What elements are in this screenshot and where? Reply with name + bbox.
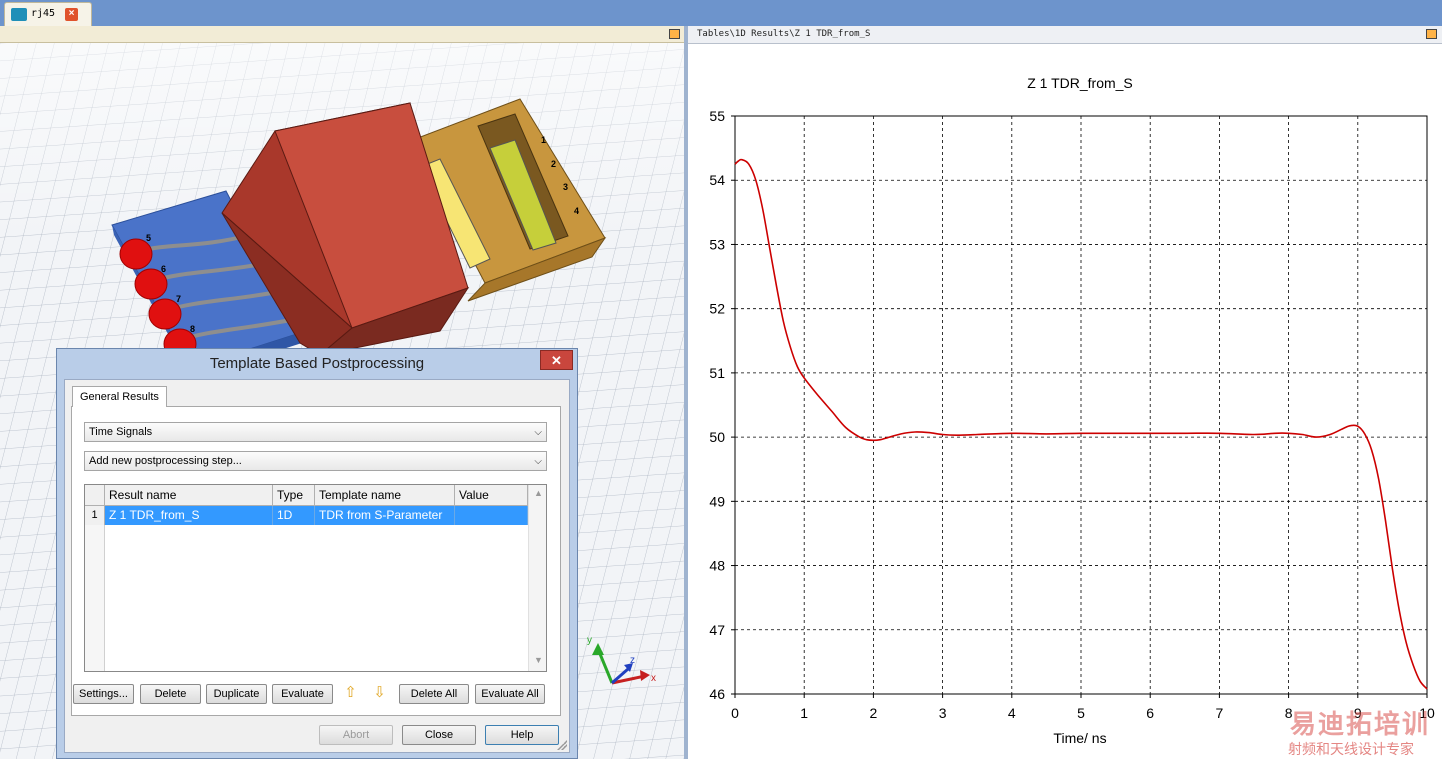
y-tick-label: 54 xyxy=(709,172,725,188)
evaluate-button[interactable]: Evaluate xyxy=(272,684,333,704)
x-tick-label: 0 xyxy=(731,705,739,721)
y-tick-label: 50 xyxy=(709,429,725,445)
3d-view-header xyxy=(0,26,684,43)
delete-all-button[interactable]: Delete All xyxy=(399,684,469,704)
pin-label: 3 xyxy=(563,182,568,192)
x-tick-label: 2 xyxy=(870,705,878,721)
chart-grid xyxy=(735,116,1427,694)
x-tick-label: 5 xyxy=(1077,705,1085,721)
svg-text:y: y xyxy=(587,635,592,646)
cell-template-name[interactable]: TDR from S-Parameter xyxy=(315,506,455,525)
close-button[interactable]: Close xyxy=(402,725,476,745)
close-tab-icon[interactable]: × xyxy=(65,8,78,21)
document-tab-label: rj45 xyxy=(31,8,56,19)
category-select-value: Time Signals xyxy=(89,426,153,438)
column-header-type[interactable]: Type xyxy=(273,485,315,506)
result-tree-path: Tables\1D Results\Z 1 TDR_from_S xyxy=(697,29,871,39)
table-scrollbar[interactable]: ▲ ▼ xyxy=(528,485,546,671)
cell-type[interactable]: 1D xyxy=(273,506,315,525)
y-tick-label: 53 xyxy=(709,236,725,252)
x-tick-label: 7 xyxy=(1216,705,1224,721)
general-results-panel: Time Signals ⌵ Add new postprocessing st… xyxy=(71,406,561,716)
template-postprocessing-dialog: Template Based Postprocessing ✕ General … xyxy=(56,348,578,759)
chevron-down-icon: ⌵ xyxy=(534,456,542,467)
dialog-title: Template Based Postprocessing xyxy=(209,355,425,372)
chart-title: Z 1 TDR_from_S xyxy=(1027,75,1133,91)
chevron-down-icon: ⌵ xyxy=(534,427,542,438)
pin-label: 6 xyxy=(161,264,166,274)
results-table: Result name Type Template name Value 1 Z… xyxy=(84,484,547,672)
maximize-3d-view-button[interactable] xyxy=(669,29,680,39)
postprocessing-step-value: Add new postprocessing step... xyxy=(89,455,242,467)
pin-label: 1 xyxy=(541,135,546,145)
delete-button[interactable]: Delete xyxy=(140,684,201,704)
watermark-logo: 易迪拓培训 xyxy=(1290,709,1431,739)
pin-label: 2 xyxy=(551,159,556,169)
y-tick-label: 47 xyxy=(709,622,725,638)
x-tick-label: 3 xyxy=(939,705,947,721)
wave-icon xyxy=(11,8,27,21)
maximize-chart-button[interactable] xyxy=(1426,29,1437,39)
postprocessing-step-select[interactable]: Add new postprocessing step... ⌵ xyxy=(84,451,547,471)
svg-text:z: z xyxy=(630,655,635,666)
tab-general-results[interactable]: General Results xyxy=(72,386,167,407)
x-axis-label: Time/ ns xyxy=(1053,730,1106,746)
y-axis: 46 47 48 49 50 51 52 53 54 55 xyxy=(709,108,735,702)
evaluate-all-button[interactable]: Evaluate All xyxy=(475,684,545,704)
document-tab-bar: rj45 × xyxy=(0,0,1442,26)
cell-value[interactable] xyxy=(455,506,528,525)
cell-result-name[interactable]: Z 1 TDR_from_S xyxy=(105,506,273,525)
pin-label: 7 xyxy=(176,294,181,304)
dialog-body: General Results Time Signals ⌵ Add new p… xyxy=(64,379,570,753)
dialog-close-button[interactable]: ✕ xyxy=(540,350,573,370)
watermark-tagline: 射频和天线设计专家 xyxy=(1288,741,1414,757)
table-corner xyxy=(85,485,105,506)
x-tick-label: 4 xyxy=(1008,705,1016,721)
x-tick-label: 6 xyxy=(1146,705,1154,721)
pin-label: 5 xyxy=(146,233,151,243)
pin-label: 4 xyxy=(574,206,579,216)
column-header-value[interactable]: Value xyxy=(455,485,528,506)
scroll-down-icon[interactable]: ▼ xyxy=(534,655,543,665)
result-chart-pane: Tables\1D Results\Z 1 TDR_from_S Z 1 TDR… xyxy=(688,26,1442,759)
chart-header: Tables\1D Results\Z 1 TDR_from_S xyxy=(688,26,1442,44)
pin-label: 8 xyxy=(190,324,195,334)
help-button[interactable]: Help xyxy=(485,725,559,745)
move-up-icon[interactable]: ⇧ xyxy=(340,684,361,704)
row-number[interactable]: 1 xyxy=(85,506,105,525)
y-tick-label: 46 xyxy=(709,686,725,702)
y-tick-label: 55 xyxy=(709,108,725,124)
settings-button[interactable]: Settings... xyxy=(73,684,134,704)
y-tick-label: 49 xyxy=(709,493,725,509)
document-tab-rj45[interactable]: rj45 × xyxy=(4,2,92,26)
y-tick-label: 52 xyxy=(709,301,725,317)
column-header-template-name[interactable]: Template name xyxy=(315,485,455,506)
column-header-result-name[interactable]: Result name xyxy=(105,485,273,506)
category-select[interactable]: Time Signals ⌵ xyxy=(84,422,547,442)
y-tick-label: 48 xyxy=(709,558,725,574)
svg-text:x: x xyxy=(651,673,656,684)
scroll-up-icon[interactable]: ▲ xyxy=(534,488,543,498)
tdr-chart[interactable]: Z 1 TDR_from_S 0 1 2 3 4 5 6 7 8 9 10 464748495051… xyxy=(688,44,1442,759)
abort-button[interactable]: Abort xyxy=(319,725,393,745)
x-tick-label: 1 xyxy=(800,705,808,721)
duplicate-button[interactable]: Duplicate xyxy=(206,684,267,704)
y-tick-label: 51 xyxy=(709,365,725,381)
resize-grip[interactable] xyxy=(557,740,567,750)
move-down-icon[interactable]: ⇩ xyxy=(369,684,390,704)
